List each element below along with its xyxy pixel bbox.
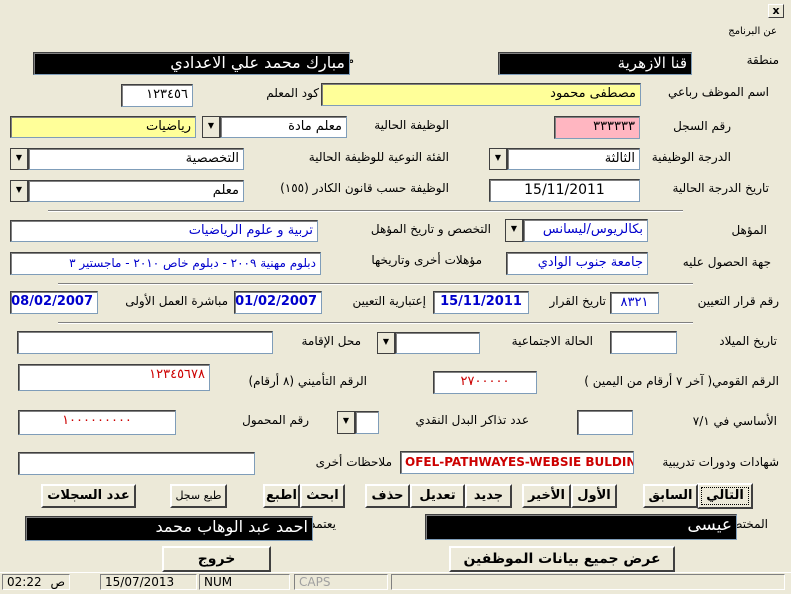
chevron-down-icon[interactable]: ▼: [337, 411, 355, 434]
status-time: 02:22 ص: [2, 574, 70, 590]
basic-salary-label: الأساسي في ٧/١: [692, 414, 777, 428]
print-record-button[interactable]: طبع سجل: [170, 484, 227, 508]
basic-salary-field[interactable]: [577, 410, 633, 435]
job-category-value: التخصصية: [28, 148, 244, 170]
job-grade-value: الثالثة: [507, 148, 640, 170]
birth-date-label: تاريخ الميلاد: [719, 334, 777, 348]
region-label: منطقة: [746, 53, 779, 67]
residence-label: محل الإقامة: [301, 334, 361, 348]
chevron-down-icon[interactable]: ▼: [10, 148, 28, 170]
new-button[interactable]: جديد: [465, 484, 512, 508]
job-by-law-value: معلم: [28, 180, 244, 202]
issuer-field[interactable]: جامعة جنوب الوادي: [506, 252, 648, 275]
last-button[interactable]: الأخير: [522, 484, 571, 508]
marital-combo[interactable]: ▼: [377, 332, 480, 354]
job-category-label: الفئة النوعية للوظيفة الحالية: [308, 150, 449, 164]
status-ampm: ص: [50, 575, 65, 589]
title-bar: [0, 0, 791, 22]
specialization-field[interactable]: تربية و علوم الرياضيات: [10, 220, 318, 242]
notes-field[interactable]: [18, 452, 255, 475]
separator: [58, 322, 693, 324]
first-work-label: مباشرة العمل الأولى: [125, 294, 228, 308]
national-id-label: الرقم القومي( آخر ٧ أرقام من اليمين ): [584, 374, 779, 388]
mobile-label: رقم المحمول: [242, 413, 309, 427]
first-work-field[interactable]: 08/02/2007: [10, 291, 98, 314]
record-no-field[interactable]: ٣٣٣٣٣٣: [554, 116, 640, 139]
training-label: شهادات ودورات تدريبية: [662, 455, 779, 469]
subject-field[interactable]: رياضيات: [10, 116, 196, 138]
current-job-label: الوظيفة الحالية: [374, 118, 449, 132]
issuer-label: جهة الحصول عليه: [682, 255, 771, 269]
status-caps: CAPS: [294, 574, 388, 590]
chevron-down-icon[interactable]: ▼: [10, 180, 28, 202]
decision-date-field[interactable]: 15/11/2011: [433, 291, 529, 314]
status-num: NUM: [199, 574, 290, 590]
chevron-down-icon[interactable]: ▼: [377, 332, 395, 354]
chevron-down-icon[interactable]: ▼: [202, 116, 220, 138]
close-button[interactable]: x: [768, 4, 784, 18]
grade-date-field[interactable]: 15/11/2011: [489, 179, 640, 202]
other-quals-label: مؤهلات أخرى وتاريخها: [371, 253, 482, 267]
grade-date-label: تاريخ الدرجة الحالية: [672, 181, 769, 195]
job-grade-label: الدرجة الوظيفية: [651, 150, 731, 164]
separator: [58, 283, 693, 285]
appoint-no-label: رقم قرار التعيين: [697, 294, 779, 308]
print-button[interactable]: اطبع: [263, 484, 300, 508]
region-field[interactable]: قنا الازهرية: [498, 52, 692, 75]
national-id-field[interactable]: ٢٧٠٠٠٠٠: [433, 371, 537, 394]
search-button[interactable]: ابحث: [300, 484, 345, 508]
job-grade-combo[interactable]: ▼ الثالثة: [489, 148, 640, 170]
institute-field[interactable]: مبارك محمد علي الاعدادي: [33, 52, 350, 75]
job-by-law-combo[interactable]: ▼ معلم: [10, 180, 244, 202]
chevron-down-icon[interactable]: ▼: [505, 219, 523, 242]
status-pane: [391, 574, 785, 590]
menu-about[interactable]: عن البرنامج: [728, 26, 777, 37]
cash-tickets-combo[interactable]: ▼: [337, 411, 379, 434]
other-quals-field[interactable]: دبلوم مهنية ٢٠٠٩ - دبلوم خاص ٢٠١٠ - ماجس…: [10, 252, 321, 275]
employee-name-field[interactable]: مصطفى محمود: [321, 83, 641, 106]
job-category-combo[interactable]: ▼ التخصصية: [10, 148, 244, 170]
teacher-code-label: كود المعلم: [266, 86, 319, 100]
insurance-no-label: الرقم التأميني (٨ أرقام): [248, 374, 368, 388]
cash-tickets-label: عدد تذاكر البدل النقدي: [415, 413, 529, 427]
show-all-employees-button[interactable]: عرض جميع بيانات الموظفين: [449, 546, 675, 572]
delete-button[interactable]: حذف: [365, 484, 410, 508]
approver-label: يعتمد: [310, 517, 336, 531]
record-no-label: رقم السجل: [673, 119, 731, 133]
records-count-button[interactable]: عدد السجلات: [41, 484, 136, 508]
status-time-value: 02:22: [7, 575, 42, 589]
responsible-field[interactable]: عيسى: [425, 514, 737, 540]
residence-field[interactable]: [17, 331, 273, 354]
qualification-label: المؤهل: [731, 223, 767, 237]
exit-button[interactable]: خروج: [162, 546, 271, 572]
approver-field[interactable]: احمد عبد الوهاب محمد: [25, 516, 313, 541]
mobile-field[interactable]: ١٠٠٠٠٠٠٠٠٠: [18, 410, 176, 435]
first-button[interactable]: الأول: [571, 484, 617, 508]
separator: [48, 210, 683, 212]
training-field[interactable]: OFEL-PATHWAYES-WEBSIE BULDING: [400, 451, 634, 474]
decision-date-label: تاريخ القرار: [549, 294, 606, 308]
appoint-no-field[interactable]: ٨٣٢١: [610, 292, 659, 314]
specialization-label: التخصص و تاريخ المؤهل: [370, 222, 491, 236]
birth-date-field[interactable]: [610, 331, 677, 354]
current-job-combo[interactable]: ▼ معلم مادة: [202, 116, 347, 138]
chevron-down-icon[interactable]: ▼: [489, 148, 507, 170]
appoint-effective-label: إعتبارية التعيين: [352, 294, 426, 308]
qualification-combo[interactable]: ▼ بكالريوس/ليسانس: [505, 219, 648, 242]
job-by-law-label: الوظيفة حسب قانون الكادر (١٥٥): [280, 181, 449, 195]
notes-label: ملاحظات أخرى: [315, 455, 392, 469]
teacher-code-field[interactable]: ١٢٣٤٥٦: [121, 84, 193, 107]
marital-value: [395, 332, 480, 354]
previous-button[interactable]: السابق: [643, 484, 698, 508]
next-button[interactable]: التالي: [697, 483, 753, 509]
marital-label: الحالة الاجتماعية: [511, 334, 593, 348]
cash-tickets-value: [355, 411, 379, 434]
status-date: 15/07/2013: [100, 574, 197, 590]
employee-name-label: اسم الموظف رباعي: [667, 85, 769, 99]
edit-button[interactable]: تعديل: [410, 484, 465, 508]
insurance-no-field[interactable]: ١٢٣٤٥٦٧٨: [18, 364, 210, 391]
qualification-value: بكالريوس/ليسانس: [523, 219, 648, 242]
current-job-value: معلم مادة: [220, 116, 347, 138]
appoint-effective-field[interactable]: 01/02/2007: [234, 291, 322, 314]
